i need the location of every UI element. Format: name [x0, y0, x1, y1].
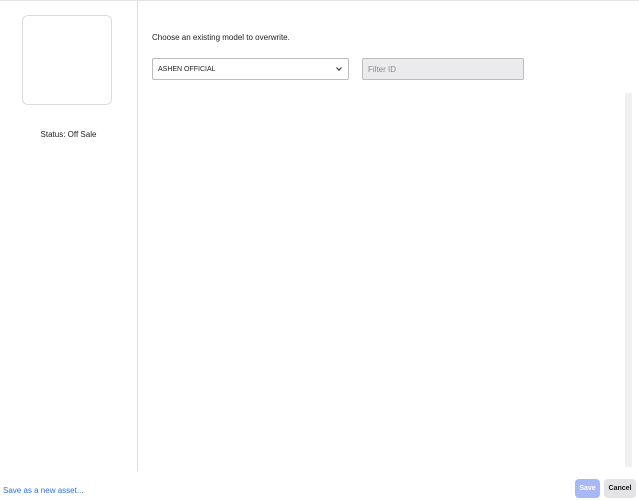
save-button[interactable]: Save — [575, 479, 600, 498]
filter-id-input[interactable] — [362, 58, 524, 80]
results-scrollbar[interactable] — [625, 93, 632, 467]
overwrite-model-dialog: Status: Off Sale Choose an existing mode… — [0, 0, 639, 500]
asset-thumbnail — [22, 15, 112, 105]
cancel-button[interactable]: Cancel — [604, 479, 636, 498]
save-as-new-asset-link[interactable]: Save as a new asset... — [3, 486, 84, 495]
model-select-value: ASHEN OFFICIAL — [158, 65, 216, 73]
model-select-dropdown[interactable]: ASHEN OFFICIAL — [152, 58, 349, 80]
dialog-footer: Save as a new asset... Save Cancel — [0, 471, 639, 500]
model-selection-area: Choose an existing model to overwrite. A… — [138, 1, 639, 471]
instruction-text: Choose an existing model to overwrite. — [152, 33, 290, 42]
asset-status: Status: Off Sale — [40, 130, 97, 139]
chevron-down-icon — [336, 67, 342, 72]
asset-preview-panel: Status: Off Sale — [0, 1, 138, 471]
